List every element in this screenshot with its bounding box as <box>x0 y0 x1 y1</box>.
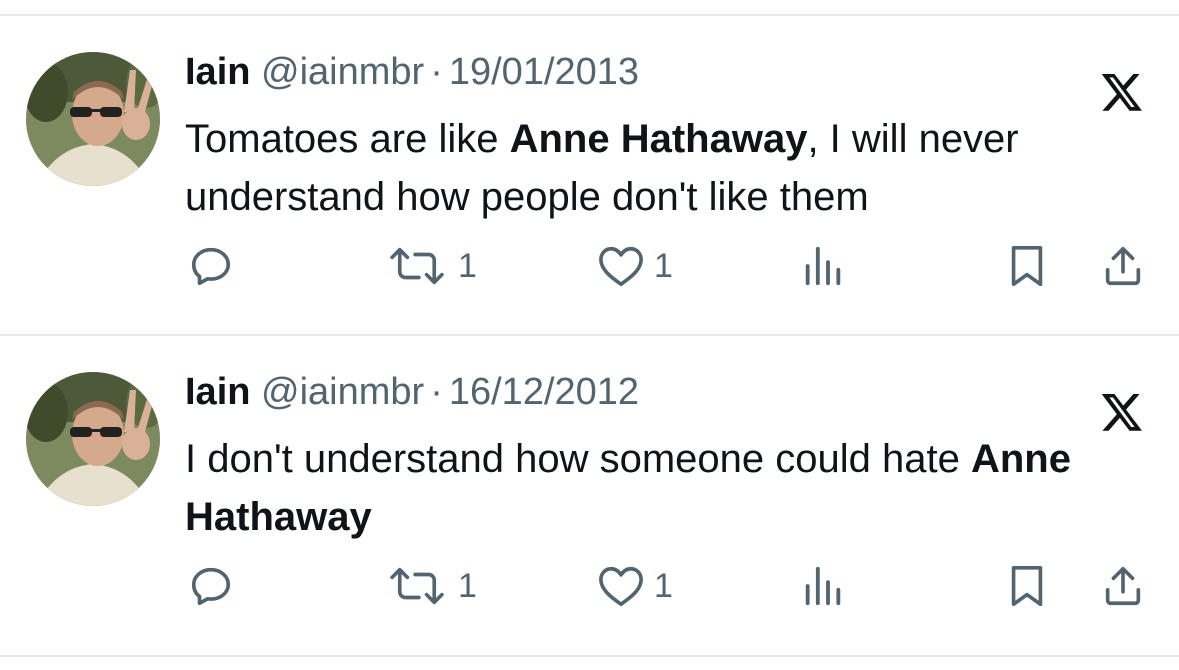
x-logo-icon[interactable] <box>1098 390 1146 434</box>
tweet-card[interactable]: Iain @iainmbr · 16/12/2012 I don't underst… <box>0 336 1179 654</box>
action-bar: 1 1 <box>0 236 1179 296</box>
tweet-text: I don't understand how someone could hat… <box>185 430 1145 546</box>
reply-button[interactable] <box>188 556 234 616</box>
like-button[interactable]: 1 <box>596 236 673 296</box>
views-button[interactable] <box>800 236 846 296</box>
share-icon <box>1105 246 1141 286</box>
retweet-icon <box>390 247 444 285</box>
retweet-icon <box>390 567 444 605</box>
tweet-header: Iain @iainmbr · 19/01/2013 <box>185 50 639 94</box>
tweet-date[interactable]: 16/12/2012 <box>449 371 639 413</box>
tweet-feed: Iain @iainmbr · 19/01/2013 Tomatoes are li… <box>0 0 1179 670</box>
avatar-image <box>26 52 160 186</box>
user-handle[interactable]: @iainmbr <box>261 51 424 93</box>
x-logo-icon[interactable] <box>1098 70 1146 114</box>
divider <box>0 655 1179 657</box>
like-count: 1 <box>654 567 673 605</box>
share-button[interactable] <box>1100 236 1146 296</box>
bookmark-button[interactable] <box>1004 556 1050 616</box>
views-chart-icon <box>805 566 841 606</box>
display-name[interactable]: Iain <box>185 51 250 93</box>
user-handle[interactable]: @iainmbr <box>261 371 424 413</box>
separator-dot: · <box>430 371 443 413</box>
tweet-text: Tomatoes are like Anne Hathaway, I will … <box>185 110 1145 226</box>
reply-icon <box>191 247 231 286</box>
reply-icon <box>191 567 231 606</box>
bookmark-icon <box>1011 245 1043 287</box>
action-bar: 1 1 <box>0 556 1179 616</box>
heart-icon <box>599 566 643 607</box>
display-name[interactable]: Iain <box>185 371 250 413</box>
avatar[interactable] <box>26 52 160 186</box>
tweet-text-part: I don't understand how someone could hat… <box>185 437 971 481</box>
like-count: 1 <box>654 247 673 285</box>
bookmark-icon <box>1011 565 1043 607</box>
tweet-card[interactable]: Iain @iainmbr · 19/01/2013 Tomatoes are li… <box>0 16 1179 334</box>
separator-dot: · <box>430 51 443 93</box>
tweet-date[interactable]: 19/01/2013 <box>449 51 639 93</box>
tweet-text-part: Tomatoes are like <box>185 117 510 161</box>
avatar[interactable] <box>26 372 160 506</box>
retweet-count: 1 <box>458 567 477 605</box>
share-button[interactable] <box>1100 556 1146 616</box>
heart-icon <box>599 246 643 287</box>
tweet-header: Iain @iainmbr · 16/12/2012 <box>185 370 639 414</box>
like-button[interactable]: 1 <box>596 556 673 616</box>
views-button[interactable] <box>800 556 846 616</box>
bookmark-button[interactable] <box>1004 236 1050 296</box>
share-icon <box>1105 566 1141 606</box>
reply-button[interactable] <box>188 236 234 296</box>
retweet-count: 1 <box>458 247 477 285</box>
tweet-text-bold: Anne Hathaway <box>509 117 808 161</box>
retweet-button[interactable]: 1 <box>384 556 477 616</box>
avatar-image <box>26 372 160 506</box>
retweet-button[interactable]: 1 <box>384 236 477 296</box>
views-chart-icon <box>805 246 841 286</box>
